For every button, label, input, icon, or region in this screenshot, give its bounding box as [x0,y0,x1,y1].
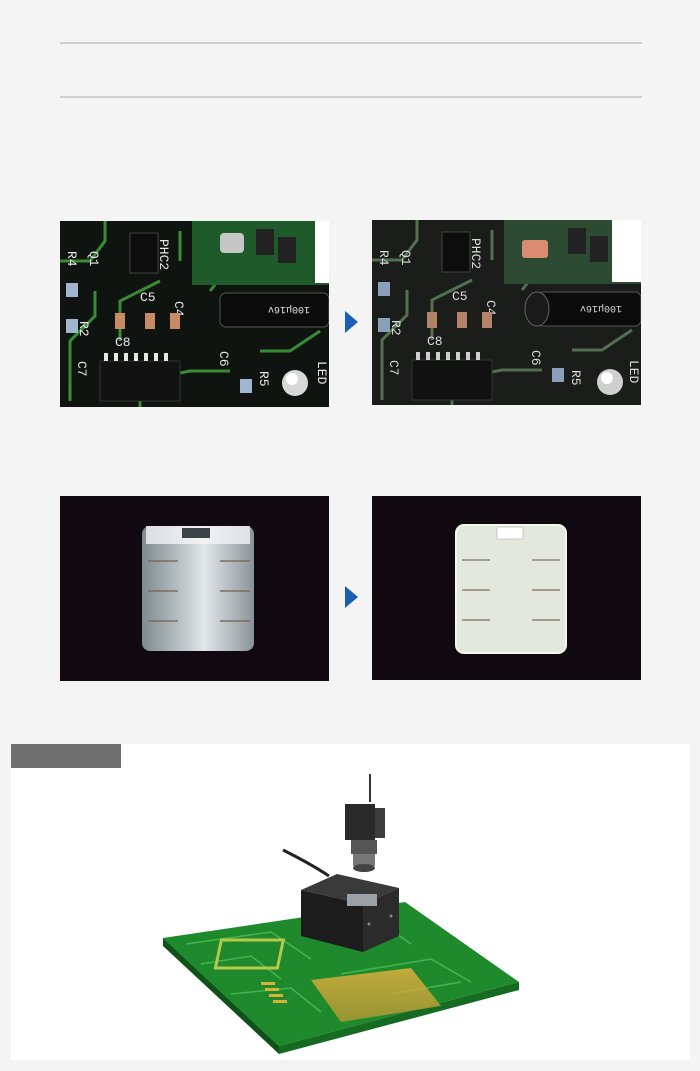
title-divider [60,96,642,98]
pcb-label: C7 [74,361,89,377]
pcb-label: R4 [64,251,79,267]
arrow-right-icon [345,586,358,608]
pcb-before-image: PHC2 Q1 R4 R2 C8 C4 C5 C6 C7 R5 LED 100μ… [60,221,329,407]
pcb-label: LED [314,361,329,385]
pcb-label: Q1 [86,251,101,267]
pcb-label: R4 [376,250,391,266]
pcb-label: C5 [140,290,156,305]
camera-body [345,804,375,840]
setup-illustration-panel [11,744,690,1060]
camera-setup-illustration [163,774,519,1054]
section-heading [60,50,642,90]
chip-before-image [60,496,329,681]
pcb-label: Q1 [398,250,413,266]
pcb-label: C8 [115,335,131,350]
capacitor-label: 100μ16v [268,303,310,314]
pcb-label: C8 [427,334,443,349]
chip-after-image [372,496,641,680]
top-divider [60,42,642,44]
arrow-right-icon [345,311,358,333]
page: PHC2 Q1 R4 R2 C8 C4 C5 C6 C7 R5 LED 100μ… [0,0,700,1071]
pcb-label: C6 [216,351,231,367]
pcb-label: R2 [76,321,91,337]
pcb-label: R5 [256,371,271,387]
pcb-label: C6 [528,350,543,366]
capacitor-label: 100μ16v [580,302,622,313]
pcb-label: R5 [568,370,583,386]
pcb-label: R2 [388,320,403,336]
pcb-label: C7 [386,360,401,376]
pcb-label: C5 [452,289,468,304]
pcb-label: LED [626,360,641,384]
pcb-after-image: PHC2 Q1 R4 R2 C8 C4 C5 C6 C7 R5 LED 100μ… [372,220,641,405]
